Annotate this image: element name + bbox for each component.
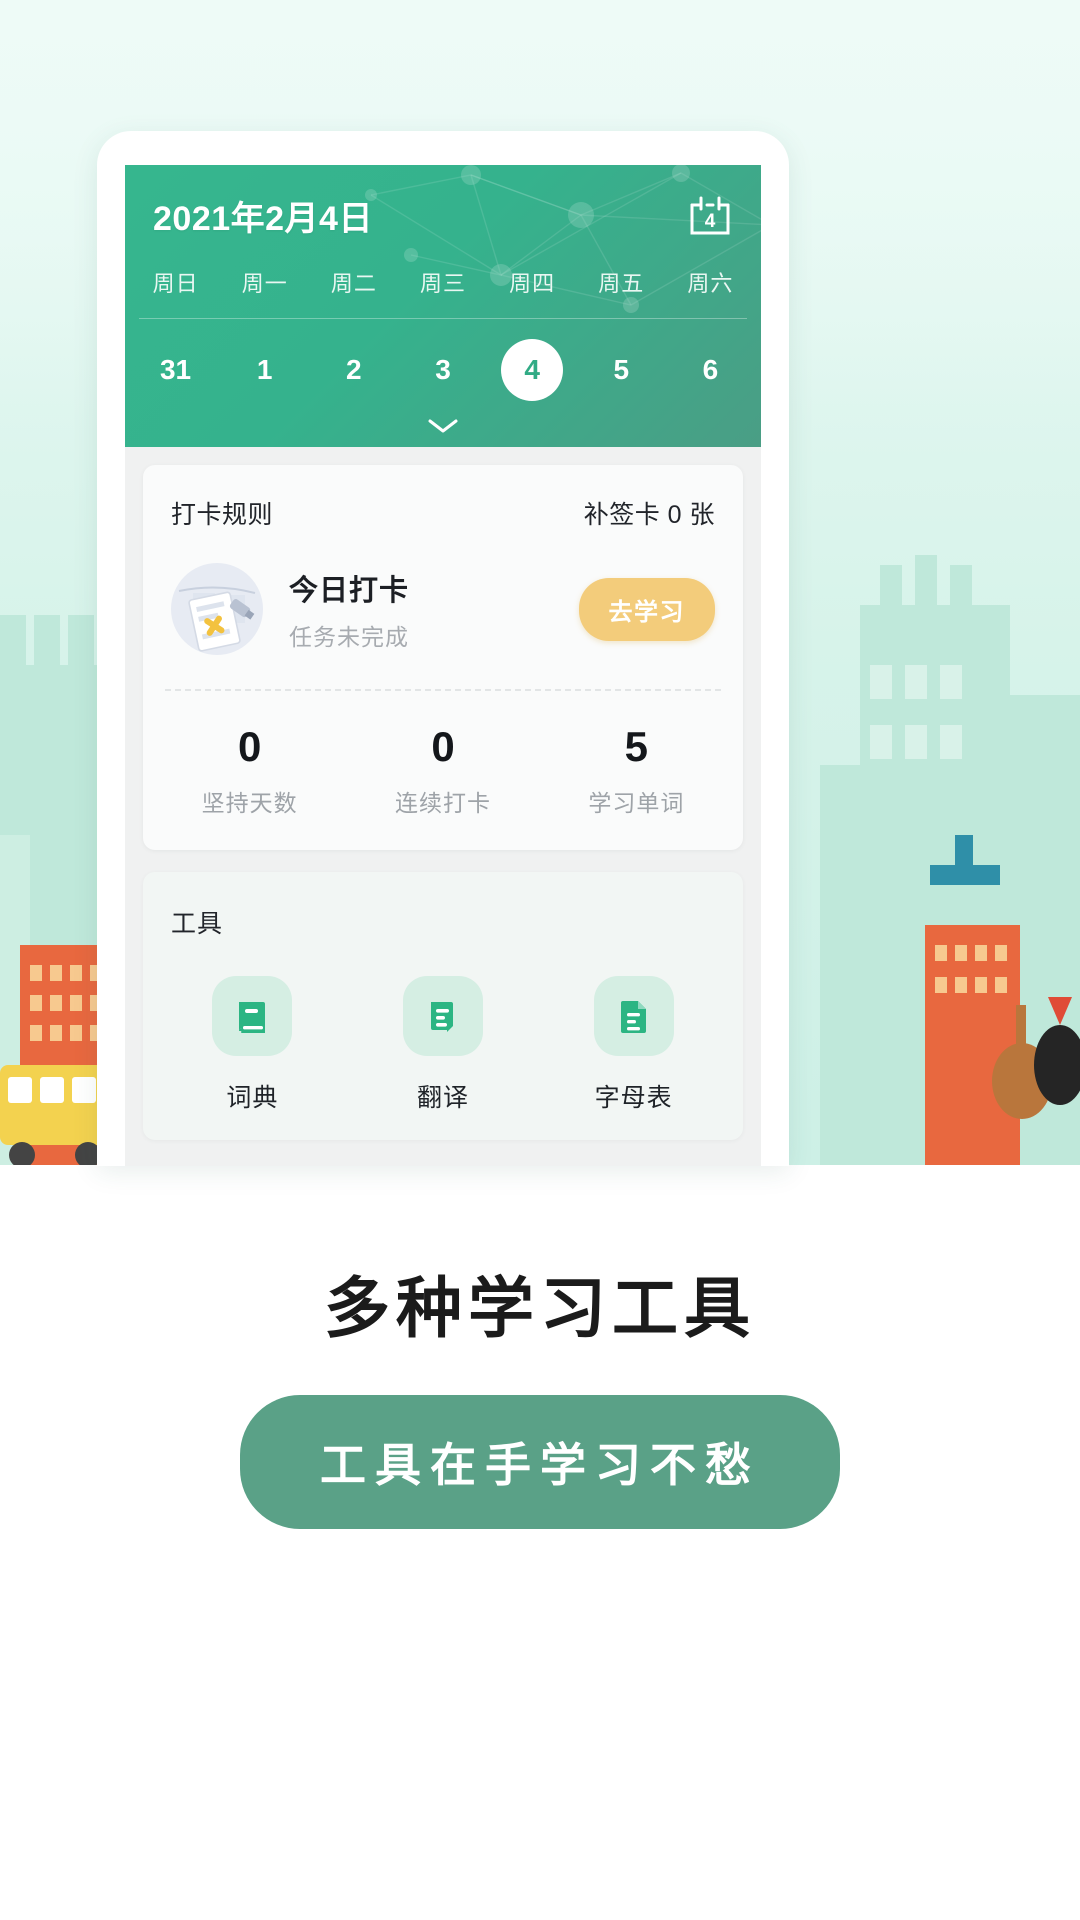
day-cell-6[interactable]: 6 xyxy=(666,339,755,401)
day-row: 31 1 2 3 4 5 6 xyxy=(125,339,761,401)
promo-pill-button[interactable]: 工具在手学习不愁 xyxy=(240,1395,840,1529)
stat-persist-days: 0 坚持天数 xyxy=(153,726,346,818)
tools-section-title: 工具 xyxy=(171,910,224,938)
weekday-sat: 周六 xyxy=(687,271,734,296)
tool-label: 字母表 xyxy=(594,1084,673,1112)
day-cell-0[interactable]: 31 xyxy=(131,339,220,401)
book-icon xyxy=(212,976,293,1056)
stat-continuous-checkin: 0 连续打卡 xyxy=(346,726,539,818)
calendar-header: 2021年2月4日 4 周日 周一 周二 周三 周四 周五 周六 31 1 2 … xyxy=(125,165,761,447)
expand-calendar-button[interactable] xyxy=(125,417,761,435)
makeup-card-count[interactable]: 补签卡 0 张 xyxy=(584,495,715,531)
weekday-sun: 周日 xyxy=(152,271,199,296)
checkin-rules-link[interactable]: 打卡规则 xyxy=(171,495,273,531)
today-checkin-text: 今日打卡 任务未完成 xyxy=(289,567,579,652)
stat-value: 0 xyxy=(237,723,262,770)
day-number: 5 xyxy=(613,354,630,385)
checkin-task-illustration-icon xyxy=(171,563,263,655)
day-number: 6 xyxy=(702,354,719,385)
app-body: 打卡规则 补签卡 0 张 今日打卡 任务未完成 去学习 0 坚持天数 0 连续打… xyxy=(125,465,761,1140)
weekday-fri: 周五 xyxy=(598,271,645,296)
header-top-row: 2021年2月4日 4 xyxy=(125,165,761,240)
stat-value: 5 xyxy=(624,723,648,770)
app-screen: 2021年2月4日 4 周日 周一 周二 周三 周四 周五 周六 31 1 2 … xyxy=(125,165,761,1166)
day-number-selected: 4 xyxy=(501,339,564,401)
tool-dictionary[interactable]: 词典 xyxy=(157,976,348,1114)
stat-label: 连续打卡 xyxy=(394,790,491,816)
stat-value: 0 xyxy=(431,723,455,770)
today-checkin-row: 今日打卡 任务未完成 去学习 xyxy=(143,557,743,689)
day-number: 2 xyxy=(346,354,362,385)
file-text-icon xyxy=(593,976,674,1056)
calendar-icon-day: 4 xyxy=(705,211,716,232)
weekday-wed: 周三 xyxy=(419,271,466,296)
stats-row: 0 坚持天数 0 连续打卡 5 学习单词 xyxy=(143,692,743,850)
stat-words-learned: 5 学习单词 xyxy=(540,726,733,818)
current-date-title: 2021年2月4日 xyxy=(153,200,373,238)
weekday-tue: 周二 xyxy=(330,271,377,296)
checkin-card: 打卡规则 补签卡 0 张 今日打卡 任务未完成 去学习 0 坚持天数 0 连续打… xyxy=(143,465,743,850)
go-study-button[interactable]: 去学习 xyxy=(578,577,715,641)
chevron-down-icon xyxy=(428,419,458,433)
header-divider xyxy=(139,318,747,319)
day-cell-1[interactable]: 1 xyxy=(220,339,309,401)
day-cell-3[interactable]: 3 xyxy=(398,339,487,401)
day-number: 1 xyxy=(256,354,273,385)
weekday-mon: 周一 xyxy=(241,271,288,296)
day-number: 3 xyxy=(435,354,451,385)
stat-label: 学习单词 xyxy=(588,790,685,816)
today-checkin-title: 今日打卡 xyxy=(289,574,410,607)
tool-translate[interactable]: 翻译 xyxy=(348,976,539,1114)
calendar-icon[interactable]: 4 xyxy=(687,193,733,239)
tool-alphabet[interactable]: 字母表 xyxy=(538,976,729,1114)
document-lines-icon xyxy=(403,976,483,1056)
promo-pill-wrap: 工具在手学习不愁 xyxy=(0,1395,1080,1529)
today-checkin-status: 任务未完成 xyxy=(289,623,409,650)
weekday-row: 周日 周一 周二 周三 周四 周五 周六 xyxy=(125,266,761,298)
day-cell-5[interactable]: 5 xyxy=(577,339,666,401)
weekday-thu: 周四 xyxy=(509,271,556,296)
day-number: 31 xyxy=(159,354,192,385)
rule-row: 打卡规则 补签卡 0 张 xyxy=(143,465,743,557)
day-cell-2[interactable]: 2 xyxy=(309,339,398,401)
promo-tagline: 多种学习工具 xyxy=(324,1271,756,1345)
phone-mockup: 2021年2月4日 4 周日 周一 周二 周三 周四 周五 周六 31 1 2 … xyxy=(97,131,789,1166)
tools-card: 工具 词典 翻译 字母表 xyxy=(143,872,743,1140)
stat-label: 坚持天数 xyxy=(201,790,298,816)
tool-label: 词典 xyxy=(226,1084,279,1112)
tool-label: 翻译 xyxy=(417,1084,470,1112)
tools-row: 词典 翻译 字母表 xyxy=(143,950,743,1114)
day-cell-4-selected[interactable]: 4 xyxy=(488,339,577,401)
